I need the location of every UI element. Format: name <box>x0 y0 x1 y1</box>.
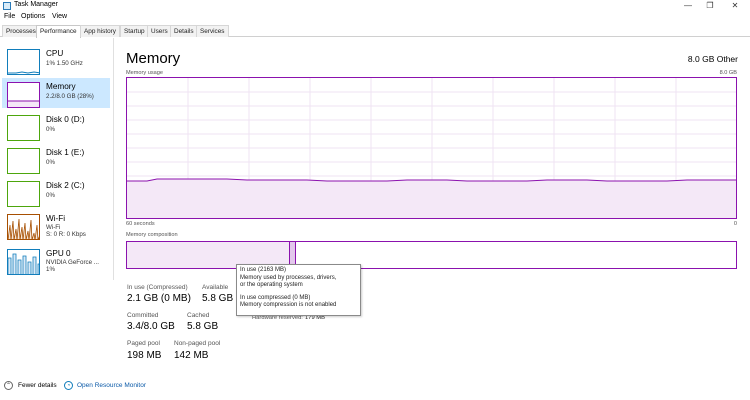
tooltip-line: In use compressed (0 MB) <box>240 294 311 301</box>
time-axis-start: 60 seconds <box>126 221 155 227</box>
memory-sparkline <box>8 100 39 107</box>
gpu-sparkline <box>8 253 39 274</box>
sidebar-item-disk-0[interactable]: Disk 0 (D:) 0% <box>2 111 110 141</box>
footer: ⌃ Fewer details ◔ Open Resource Monitor <box>0 380 750 392</box>
sidebar-item-label: CPU <box>46 49 64 58</box>
sidebar-item-detail: Wi-Fi <box>46 224 61 231</box>
tab-processes[interactable]: Processes <box>2 25 40 37</box>
cached-label: Cached <box>187 312 210 319</box>
sidebar-item-label: Memory <box>46 82 76 91</box>
tab-performance[interactable]: Performance <box>36 25 81 38</box>
menu-options[interactable]: Options <box>21 13 45 20</box>
tab-app-history[interactable]: App history <box>80 25 120 37</box>
in-use-value: 2.1 GB (0 MB) <box>127 293 191 304</box>
sidebar-item-disk-1[interactable]: Disk 1 (E:) 0% <box>2 144 110 174</box>
available-value: 5.8 GB <box>202 293 234 304</box>
disk-0-thumbnail <box>7 115 40 141</box>
sidebar-item-label: GPU 0 <box>46 249 71 258</box>
open-resource-monitor-link[interactable]: Open Resource Monitor <box>77 382 146 389</box>
paged-pool-value: 198 MB <box>127 350 162 361</box>
close-button[interactable]: ✕ <box>725 0 745 12</box>
memory-thumbnail <box>7 82 40 108</box>
tab-users[interactable]: Users <box>147 25 172 37</box>
tooltip-line: In use (2163 MB) <box>240 267 287 273</box>
memory-usage-max: 8.0 GB <box>719 70 737 76</box>
sidebar-item-detail-2: S: 0 R: 0 Kbps <box>46 231 86 238</box>
non-paged-pool-label: Non-paged pool <box>174 340 221 347</box>
sidebar-item-detail: 0% <box>46 126 55 133</box>
memory-usage-label: Memory usage <box>126 70 163 76</box>
sidebar-item-detail: 0% <box>46 159 55 166</box>
sidebar-item-detail: 2.2/8.0 GB (28%) <box>46 93 94 100</box>
disk-1-thumbnail <box>7 148 40 174</box>
tab-strip: Processes Performance App history Startu… <box>0 25 750 38</box>
chevron-up-icon[interactable]: ⌃ <box>4 381 13 390</box>
gpu-thumbnail <box>7 249 40 275</box>
tab-services[interactable]: Services <box>196 25 229 37</box>
tab-details[interactable]: Details <box>170 25 198 37</box>
sidebar-item-label: Disk 2 (C:) <box>46 181 85 190</box>
composition-tooltip: In use (2163 MB) Memory used by processe… <box>236 264 361 316</box>
cpu-sparkline <box>8 71 39 74</box>
memory-composition-bar[interactable] <box>126 241 737 269</box>
committed-value: 3.4/8.0 GB <box>127 321 175 332</box>
sidebar-item-wifi[interactable]: Wi-Fi Wi-Fi S: 0 R: 0 Kbps <box>2 210 110 240</box>
sidebar-item-gpu-0[interactable]: GPU 0 NVIDIA GeForce ... 1% <box>2 245 110 275</box>
sidebar-item-detail: 0% <box>46 192 55 199</box>
task-manager-icon <box>3 2 11 10</box>
non-paged-pool-value: 142 MB <box>174 350 209 361</box>
cached-value: 5.8 GB <box>187 321 219 332</box>
sidebar-item-disk-2[interactable]: Disk 2 (C:) 0% <box>2 177 110 207</box>
in-use-label: In use (Compressed) <box>127 284 188 291</box>
window-title: Task Manager <box>14 1 58 8</box>
wifi-sparkline <box>8 218 39 239</box>
minimize-button[interactable]: — <box>678 0 698 12</box>
sidebar-item-detail: NVIDIA GeForce ... <box>46 259 99 266</box>
tab-startup[interactable]: Startup <box>120 25 149 37</box>
tooltip-line: Memory compression is not enabled <box>240 302 337 309</box>
sidebar-item-cpu[interactable]: CPU 1% 1.50 GHz <box>2 45 110 75</box>
sidebar-item-label: Disk 0 (D:) <box>46 115 85 124</box>
disk-2-thumbnail <box>7 181 40 207</box>
title-bar: Task Manager — ❐ ✕ <box>0 0 750 12</box>
resource-monitor-icon[interactable]: ◔ <box>64 381 73 390</box>
sidebar-item-detail: 1% 1.50 GHz <box>46 60 83 67</box>
memory-usage-plot <box>127 78 736 218</box>
sidebar-item-label: Disk 1 (E:) <box>46 148 85 157</box>
maximize-button[interactable]: ❐ <box>700 0 720 12</box>
page-title: Memory <box>126 50 181 67</box>
time-axis-end: 0 <box>733 221 737 227</box>
wifi-thumbnail <box>7 214 40 240</box>
sidebar: CPU 1% 1.50 GHz Memory 2.2/8.0 GB (28%) … <box>0 38 114 280</box>
available-label: Available <box>202 284 229 291</box>
menu-view[interactable]: View <box>52 13 67 20</box>
paged-pool-label: Paged pool <box>127 340 160 347</box>
sidebar-item-memory[interactable]: Memory 2.2/8.0 GB (28%) <box>2 78 110 108</box>
fewer-details-link[interactable]: Fewer details <box>18 382 57 389</box>
sidebar-item-label: Wi-Fi <box>46 214 66 223</box>
menu-file[interactable]: File <box>4 13 15 20</box>
cpu-thumbnail <box>7 49 40 75</box>
memory-capacity: 8.0 GB Other <box>687 54 738 64</box>
tooltip-line: or the operating system <box>240 282 303 289</box>
tooltip-line: Memory used by processes, drivers, <box>240 274 337 281</box>
menu-bar: File Options View <box>0 12 750 23</box>
memory-composition-label: Memory composition <box>126 232 178 238</box>
sidebar-item-detail-2: 1% <box>46 266 55 273</box>
memory-usage-graph <box>126 77 737 219</box>
committed-label: Committed <box>127 312 159 319</box>
